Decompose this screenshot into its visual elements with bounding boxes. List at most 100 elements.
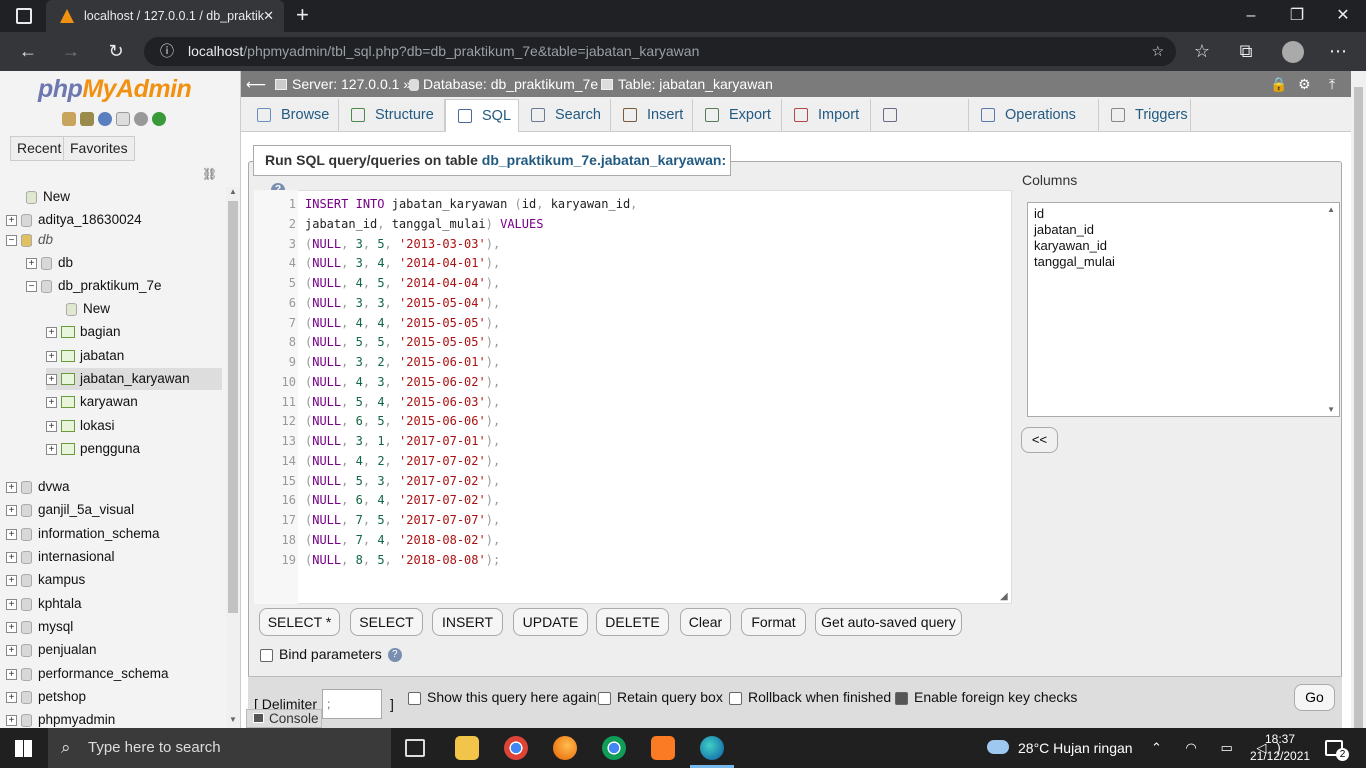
page-scrollbar[interactable] xyxy=(1351,71,1366,729)
foreign-key-checkbox[interactable] xyxy=(895,691,908,705)
url-field[interactable]: ⓘ localhost/phpmyadmin/tbl_sql.php?db=db… xyxy=(144,37,1176,66)
column-option[interactable]: karyawan_id xyxy=(1034,238,1107,253)
close-tab-icon[interactable]: ✕ xyxy=(263,0,274,32)
sidebar-item-jabatan[interactable]: + jabatan xyxy=(46,345,222,367)
breadcrumb-server[interactable]: Server: 127.0.0.1 » xyxy=(292,71,411,97)
insert-column-button[interactable]: << xyxy=(1021,427,1058,453)
home-icon[interactable] xyxy=(62,112,76,126)
sidebar-item-mysql[interactable]: + mysql xyxy=(6,616,73,638)
expand-icon[interactable]: + xyxy=(6,528,17,540)
collections-icon[interactable]: ⧉ xyxy=(1232,38,1260,64)
expand-icon[interactable]: + xyxy=(6,598,17,610)
update-button[interactable]: UPDATE xyxy=(513,608,588,636)
bind-parameters[interactable]: Bind parameters? xyxy=(260,646,402,663)
sidebar-item-aditya-18630024[interactable]: + aditya_18630024 xyxy=(6,209,142,231)
retain-query-box-option[interactable]: Retain query box xyxy=(598,689,723,705)
sidebar-item-db-praktikum-7e[interactable]: − db_praktikum_7e xyxy=(26,275,162,297)
docs-icon[interactable] xyxy=(116,112,130,126)
breadcrumb-table[interactable]: Table: jabatan_karyawan xyxy=(618,71,773,97)
column-option[interactable]: id xyxy=(1034,206,1044,221)
link-icon[interactable]: ⛓ xyxy=(202,167,217,181)
collapse-nav-icon[interactable]: ⟵ xyxy=(246,71,266,97)
expand-icon[interactable]: + xyxy=(6,668,17,680)
lock-icon[interactable]: 🔒 xyxy=(1270,71,1287,97)
bind-help-icon[interactable]: ? xyxy=(387,648,402,663)
weather-text[interactable]: 28°C Hujan ringan xyxy=(1018,728,1133,768)
sidebar-item-kampus[interactable]: + kampus xyxy=(6,569,85,591)
sidebar-item-bagian[interactable]: + bagian xyxy=(46,321,222,343)
sidebar-item-phpmyadmin[interactable]: + phpmyadmin xyxy=(6,709,115,728)
close-window-icon[interactable]: ✕ xyxy=(1320,0,1366,32)
restore-icon[interactable]: ❐ xyxy=(1274,0,1320,32)
gear-icon[interactable]: ⚙ xyxy=(1298,71,1311,97)
profile-avatar[interactable] xyxy=(1282,41,1304,63)
expand-icon[interactable]: + xyxy=(26,257,37,269)
tab-insert[interactable]: Insert xyxy=(611,99,693,131)
rollback-option[interactable]: Rollback when finished xyxy=(729,689,891,705)
sidebar-item-New[interactable]: New xyxy=(46,298,222,320)
file-explorer-icon[interactable] xyxy=(455,736,479,760)
tab-actions-icon[interactable] xyxy=(16,8,32,24)
expand-icon[interactable]: + xyxy=(6,691,17,703)
select-button[interactable]: SELECT xyxy=(350,608,423,636)
reload-icon[interactable]: ↻ xyxy=(102,38,130,64)
foreign-key-option[interactable]: Enable foreign key checks xyxy=(895,689,1077,705)
sidebar-item-internasional[interactable]: + internasional xyxy=(6,546,115,568)
sidebar-item-karyawan[interactable]: + karyawan xyxy=(46,391,222,413)
sidebar-item-ganjil-5a-visual[interactable]: + ganjil_5a_visual xyxy=(6,499,134,521)
back-icon[interactable]: ← xyxy=(14,38,42,64)
tab-export[interactable]: Export xyxy=(693,99,782,131)
show-query-again-checkbox[interactable] xyxy=(408,691,421,705)
select-button[interactable]: SELECT * xyxy=(259,608,340,636)
expand-icon[interactable]: + xyxy=(6,621,17,633)
sidebar-item-db[interactable]: + db xyxy=(26,252,73,274)
clock[interactable]: 18:37 21/12/2021 xyxy=(1250,731,1310,765)
expand-icon[interactable]: + xyxy=(6,481,17,493)
phpmyadmin-logo[interactable]: phpMyAdmin xyxy=(38,75,192,104)
sidebar-item-db[interactable]: − db xyxy=(6,229,53,251)
weather-icon[interactable] xyxy=(987,740,1009,754)
add-favorite-icon[interactable]: ☆ xyxy=(1151,37,1164,66)
help-icon[interactable] xyxy=(98,112,112,126)
expand-icon[interactable]: + xyxy=(6,504,17,516)
resize-handle-icon[interactable]: ◢ xyxy=(1000,591,1008,602)
breadcrumb-database[interactable]: Database: db_praktikum_7e » xyxy=(423,71,610,97)
chrome-icon[interactable] xyxy=(504,736,528,760)
sidebar-item-lokasi[interactable]: + lokasi xyxy=(46,415,222,437)
expand-icon[interactable]: + xyxy=(6,574,17,586)
sidebar-item-information-schema[interactable]: + information_schema xyxy=(6,523,160,545)
sidebar-item-pengguna[interactable]: + pengguna xyxy=(46,438,222,460)
expand-icon[interactable]: + xyxy=(6,551,17,563)
firefox-icon[interactable] xyxy=(553,736,577,760)
tab-import[interactable]: Import xyxy=(782,99,871,131)
expand-icon[interactable]: + xyxy=(46,373,57,385)
taskbar-search[interactable]: ⌕ Type here to search xyxy=(48,728,391,768)
reload-nav-icon[interactable] xyxy=(152,112,166,126)
column-option[interactable]: tanggal_mulai xyxy=(1034,254,1115,269)
console-tab[interactable]: Console xyxy=(246,709,322,728)
tab-privileges[interactable]: Privileges xyxy=(871,99,969,155)
delete-button[interactable]: DELETE xyxy=(596,608,669,636)
insert-button[interactable]: INSERT xyxy=(432,608,503,636)
forward-icon[interactable]: → xyxy=(57,38,85,64)
expand-icon[interactable]: + xyxy=(46,396,57,408)
show-query-again-option[interactable]: Show this query here again xyxy=(408,689,597,705)
windows-start-icon[interactable] xyxy=(15,740,32,757)
tab-operations[interactable]: Operations xyxy=(969,99,1099,131)
logout-icon[interactable] xyxy=(80,112,94,126)
tab-sql[interactable]: SQL xyxy=(445,99,519,133)
tab-search[interactable]: Search xyxy=(519,99,611,131)
minimize-icon[interactable]: – xyxy=(1228,0,1274,32)
expand-icon[interactable]: + xyxy=(46,443,57,455)
tab-structure[interactable]: Structure xyxy=(339,99,445,131)
sidebar-item-penjualan[interactable]: + penjualan xyxy=(6,639,97,661)
favorites-icon[interactable]: ☆ xyxy=(1188,38,1216,64)
rollback-checkbox[interactable] xyxy=(729,691,742,705)
expand-icon[interactable]: − xyxy=(26,280,37,292)
expand-icon[interactable]: + xyxy=(6,714,17,726)
sidebar-item-New[interactable]: New xyxy=(6,186,70,208)
nav-scrollbar[interactable]: ▲ ▼ xyxy=(226,187,240,728)
settings-icon[interactable] xyxy=(134,112,148,126)
tab-browse[interactable]: Browse xyxy=(245,99,339,131)
recent-button[interactable]: Recent xyxy=(10,136,69,161)
